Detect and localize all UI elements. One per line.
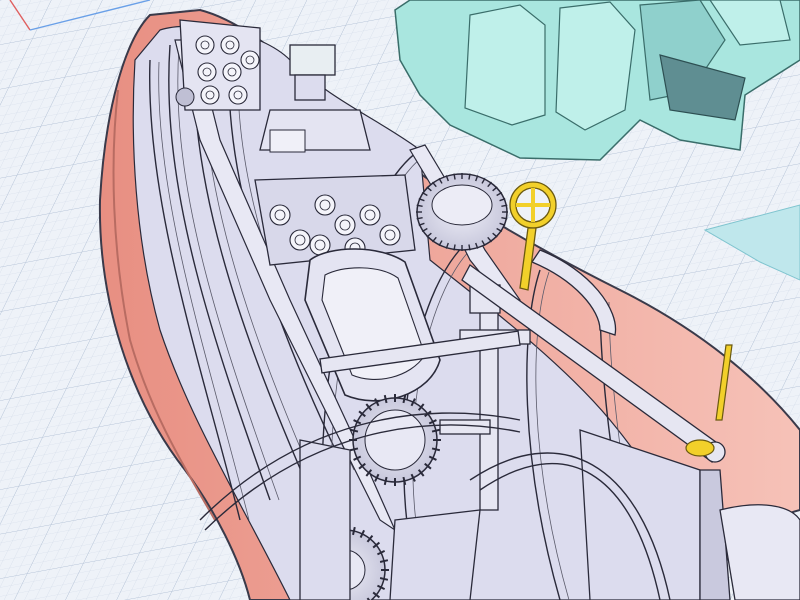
gauge-dial bbox=[240, 50, 260, 70]
gauge-dial bbox=[220, 35, 240, 55]
gauge-dial bbox=[314, 194, 336, 216]
gauge-dial bbox=[228, 85, 248, 105]
gauge-dial bbox=[269, 204, 291, 226]
trim-wheel-gear[interactable] bbox=[416, 173, 508, 251]
model-scene[interactable] bbox=[0, 0, 800, 600]
instrument-panel-upper[interactable] bbox=[175, 19, 261, 111]
cad-3d-viewport[interactable] bbox=[0, 0, 800, 600]
gauge-dial bbox=[289, 229, 311, 251]
knob-ball bbox=[175, 87, 195, 107]
gauge-dial bbox=[200, 85, 220, 105]
gauge-dial bbox=[359, 204, 381, 226]
lower-gear-left[interactable] bbox=[352, 397, 438, 483]
gauge-dial bbox=[379, 224, 401, 246]
gauge-dial bbox=[222, 62, 242, 82]
gauge-dial bbox=[195, 35, 215, 55]
gauge-dial bbox=[334, 214, 356, 236]
gauge-dial bbox=[197, 62, 217, 82]
